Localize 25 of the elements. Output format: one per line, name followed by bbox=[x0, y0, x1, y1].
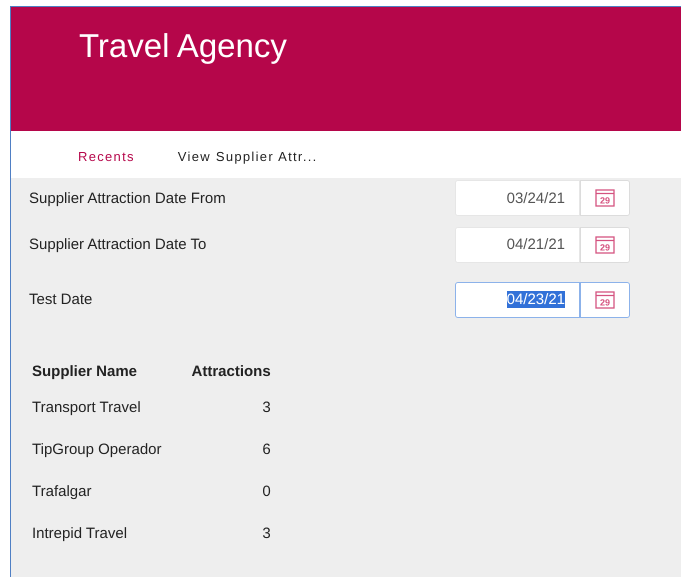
column-header: Supplier Name bbox=[31, 362, 138, 382]
table-cell-text: 3 bbox=[261, 524, 271, 544]
calendar-button[interactable]: 29 bbox=[580, 282, 630, 318]
calendar-icon: 29 bbox=[595, 236, 615, 254]
calendar-icon: 29 bbox=[595, 189, 615, 207]
table-cell-text: Intrepid Travel bbox=[31, 524, 128, 544]
calendar-button[interactable]: 29 bbox=[580, 180, 630, 216]
calendar-button[interactable]: 29 bbox=[580, 226, 630, 262]
field-label: Test Date bbox=[29, 291, 94, 308]
column-header: Attractions bbox=[190, 362, 271, 382]
calendar-icon: 29 bbox=[595, 290, 615, 308]
date-field[interactable]: 04/23/21 bbox=[455, 282, 580, 318]
table-cell-text: Trafalgar bbox=[31, 482, 92, 502]
date-field[interactable]: 03/24/21 bbox=[455, 180, 580, 216]
table-cell-text: 3 bbox=[261, 398, 271, 418]
nav-tab[interactable]: View Supplier Attr... bbox=[178, 149, 318, 164]
field-label: Supplier Attraction Date To bbox=[29, 236, 208, 253]
table-cell: 6 bbox=[162, 439, 271, 481]
app-title: Travel Agency bbox=[79, 27, 287, 65]
table-cell-text: TipGroup Operador bbox=[31, 440, 162, 460]
field-label: Supplier Attraction Date From bbox=[29, 190, 227, 206]
nav-tab[interactable]: Recents bbox=[78, 149, 135, 164]
date-field[interactable]: 04/21/21 bbox=[455, 226, 580, 262]
table-cell-text: Transport Travel bbox=[31, 398, 142, 418]
table-cell-text: 0 bbox=[261, 482, 271, 502]
